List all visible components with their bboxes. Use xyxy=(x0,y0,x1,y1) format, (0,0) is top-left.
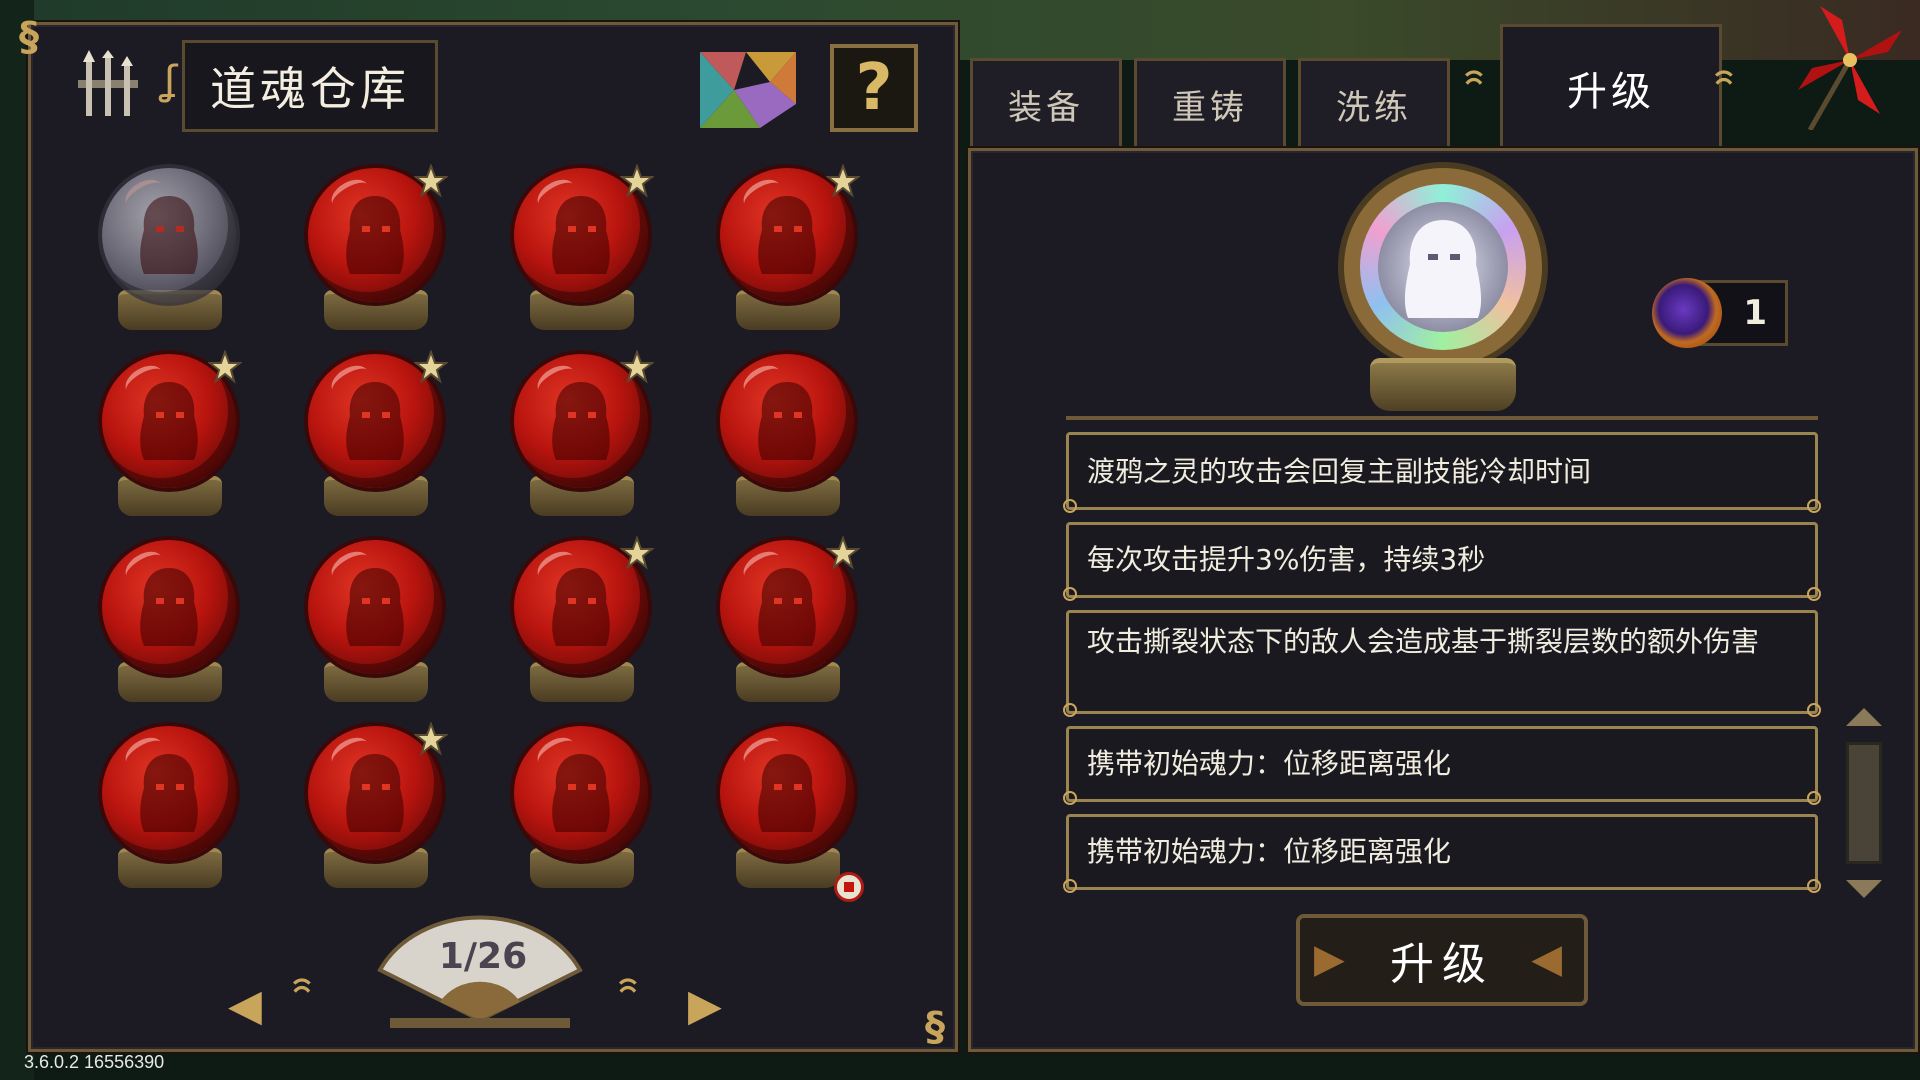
left-cloud-ornament-icon: ꩰ xyxy=(290,978,336,1024)
soul-orb-slot[interactable] xyxy=(302,164,452,332)
arrow-right-icon: ▶ xyxy=(1314,936,1353,982)
upgrade-material: 1 xyxy=(1652,278,1790,348)
orb-stand xyxy=(1370,358,1516,411)
locked-soul-orb-icon xyxy=(102,168,236,302)
star-icon xyxy=(826,536,860,570)
soul-orb-icon xyxy=(308,540,442,674)
version-label: 3.6.0.2 16556390 xyxy=(24,1052,165,1072)
soul-orb-slot[interactable] xyxy=(96,722,246,890)
next-page-arrow-icon[interactable]: ▶ xyxy=(688,980,722,1031)
effect-item: 携带初始魂力：位移距离强化 xyxy=(1063,726,1821,805)
right-cloud-ornament-icon: ꩰ xyxy=(616,978,662,1024)
corner-ornament-icon: § xyxy=(925,1004,945,1050)
scroll-up-icon[interactable] xyxy=(1846,708,1882,726)
tab-equip[interactable]: 装备 xyxy=(970,58,1122,148)
prev-page-arrow-icon[interactable]: ◀ xyxy=(228,980,262,1031)
page-indicator: 1/26 xyxy=(438,936,528,977)
arrow-left-icon: ◀ xyxy=(1531,936,1570,982)
soul-orb-slot[interactable] xyxy=(508,536,658,704)
soul-orb-slot[interactable] xyxy=(302,536,452,704)
soul-orb-slot[interactable] xyxy=(714,350,864,518)
star-icon xyxy=(414,722,448,756)
tab-recast[interactable]: 重铸 xyxy=(1134,58,1286,148)
effect-item: 每次攻击提升3%伤害，持续3秒 xyxy=(1063,522,1821,601)
notification-dot-icon xyxy=(834,872,864,902)
page-title: 道魂仓库 xyxy=(182,40,438,132)
star-icon xyxy=(414,164,448,198)
soul-orb-grid xyxy=(96,164,876,904)
tab-ornament-icon: ꩰ xyxy=(1712,70,1758,116)
soul-orb-slot[interactable] xyxy=(96,536,246,704)
tab-ornament-icon: ꩰ xyxy=(1462,70,1508,116)
star-icon xyxy=(414,350,448,384)
soul-orb-slot[interactable] xyxy=(714,536,864,704)
soul-orb-icon xyxy=(514,726,648,860)
effect-scrollbar[interactable] xyxy=(1840,708,1888,898)
soul-orb-icon xyxy=(102,726,236,860)
soul-orb-slot[interactable] xyxy=(508,164,658,332)
star-icon xyxy=(620,350,654,384)
star-icon xyxy=(826,164,860,198)
tangram-icon[interactable] xyxy=(700,52,796,128)
soul-orb-slot[interactable] xyxy=(508,350,658,518)
soul-orb-slot[interactable] xyxy=(714,722,864,890)
star-icon xyxy=(620,164,654,198)
scroll-ornament-icon: ʆ xyxy=(164,58,178,104)
divider xyxy=(1066,416,1818,420)
soul-orb-slot[interactable] xyxy=(714,164,864,332)
soul-orb-slot[interactable] xyxy=(302,350,452,518)
help-button[interactable]: ? xyxy=(830,44,918,132)
soul-orb-icon xyxy=(102,540,236,674)
soul-orb-slot[interactable] xyxy=(508,722,658,890)
corner-ornament-icon: § xyxy=(19,14,39,60)
tab-upgrade[interactable]: 升级 xyxy=(1500,24,1722,148)
soul-orb-icon xyxy=(720,354,854,488)
soul-orb-slot[interactable] xyxy=(96,350,246,518)
close-pinwheel-icon[interactable] xyxy=(1790,0,1910,130)
spirit-portrait-icon xyxy=(1404,220,1482,318)
soul-orb-slot[interactable] xyxy=(96,164,246,332)
upgrade-button[interactable]: ▶ 升级 ◀ xyxy=(1296,914,1588,1006)
effect-item: 攻击撕裂状态下的敌人会造成基于撕裂层数的额外伤害 xyxy=(1063,610,1821,717)
selected-soul-orb xyxy=(1340,168,1546,411)
effect-item: 携带初始魂力：位移距离强化 xyxy=(1063,814,1821,893)
tab-refine[interactable]: 洗练 xyxy=(1298,58,1450,148)
soul-orb-slot[interactable] xyxy=(302,722,452,890)
star-icon xyxy=(208,350,242,384)
scroll-down-icon[interactable] xyxy=(1846,880,1882,898)
soul-orb-icon xyxy=(720,726,854,860)
star-icon xyxy=(620,536,654,570)
scroll-track[interactable] xyxy=(1846,742,1882,864)
effect-item: 渡鸦之灵的攻击会回复主副技能冷却时间 xyxy=(1063,432,1821,513)
weapon-rack-icon xyxy=(78,50,138,116)
soul-gem-icon xyxy=(1652,278,1722,348)
